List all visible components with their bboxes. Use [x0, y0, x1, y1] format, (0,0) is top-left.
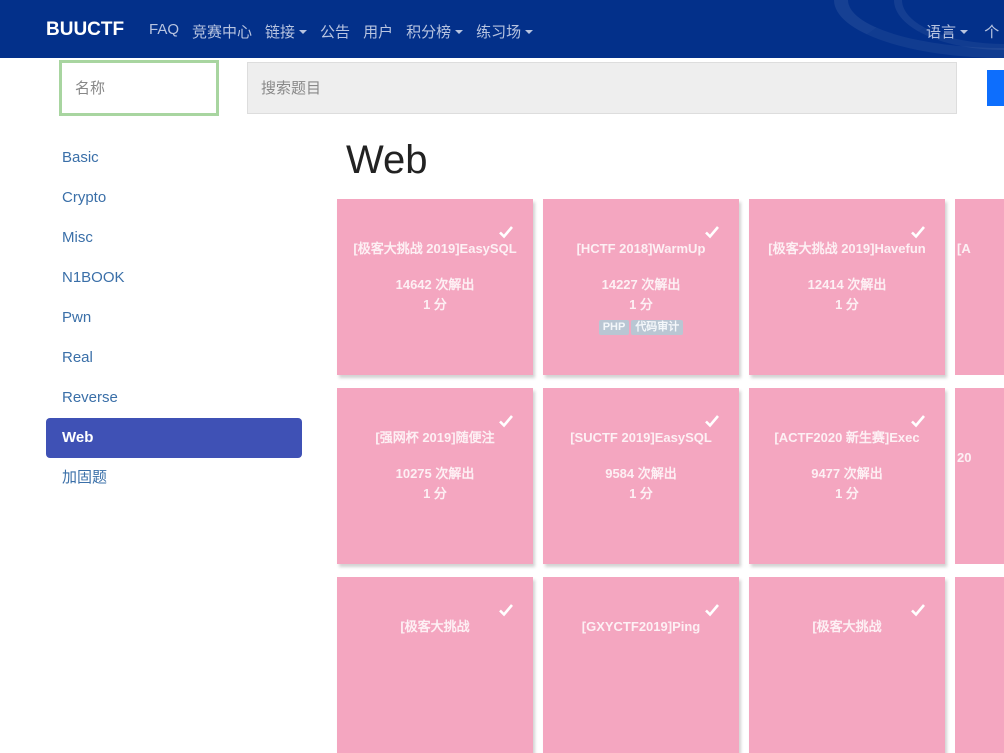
- challenge-card[interactable]: [GXYCTF2019]Ping: [543, 577, 739, 753]
- nav-item[interactable]: 链接: [265, 21, 307, 42]
- check-icon: [911, 604, 925, 617]
- check-icon: [705, 226, 719, 239]
- language-dropdown[interactable]: 语言: [926, 24, 968, 41]
- nav-item[interactable]: 竞赛中心: [192, 21, 252, 42]
- challenge-card[interactable]: 20: [955, 388, 1004, 564]
- points: 1 分: [423, 486, 447, 501]
- challenge-title: [ACTF2020 新生赛]Exec: [774, 430, 920, 445]
- sidebar-item[interactable]: Basic: [46, 138, 302, 178]
- points: 1 分: [423, 297, 447, 312]
- sidebar-item[interactable]: Reverse: [46, 378, 302, 418]
- check-icon: [499, 226, 513, 239]
- sidebar-item[interactable]: Web: [46, 418, 302, 458]
- brand-link[interactable]: BUUCTF: [46, 19, 124, 41]
- top-navbar: BUUCTF FAQ 竞赛中心 链接 公告 用户 积分榜 练习场 语言 个: [0, 0, 1004, 58]
- nav-item[interactable]: 公告: [320, 21, 350, 42]
- personal-menu[interactable]: 个: [984, 24, 999, 41]
- sidebar-item[interactable]: Pwn: [46, 298, 302, 338]
- check-icon: [911, 415, 925, 428]
- challenge-card[interactable]: [HCTF 2018]WarmUp 14227 次解出 1 分 PHP 代码审计: [543, 199, 739, 375]
- nav-right: 语言 个: [926, 21, 999, 42]
- challenge-card[interactable]: [极客大挑战 2019]Havefun 12414 次解出 1 分: [749, 199, 945, 375]
- challenge-card[interactable]: [ACTF2020 新生赛]Exec 9477 次解出 1 分: [749, 388, 945, 564]
- nav-item[interactable]: FAQ: [149, 21, 179, 42]
- nav-item[interactable]: 积分榜: [406, 21, 463, 42]
- challenge-title: [极客大挑战: [812, 619, 882, 634]
- challenge-title: [极客大挑战 2019]Havefun: [768, 241, 926, 256]
- page-title: Web: [346, 138, 428, 182]
- check-icon: [499, 415, 513, 428]
- points: 1 分: [629, 486, 653, 501]
- solve-count: 9477 次解出: [811, 466, 883, 481]
- challenge-card[interactable]: [极客大挑战: [337, 577, 533, 753]
- challenge-card[interactable]: [强网杯 2019]随便注 10275 次解出 1 分: [337, 388, 533, 564]
- tag-badge: PHP: [598, 320, 630, 335]
- solve-count: 12414 次解出: [807, 277, 887, 292]
- challenge-title: [SUCTF 2019]EasySQL: [570, 430, 712, 445]
- search-input[interactable]: [247, 62, 957, 114]
- solve-count: 14227 次解出: [601, 277, 681, 292]
- points: 1 分: [629, 297, 653, 312]
- category-sidebar: Basic Crypto Misc N1BOOK Pwn Real Reverse Web 加固…: [46, 138, 302, 498]
- challenge-card[interactable]: [A: [955, 199, 1004, 375]
- check-icon: [911, 226, 925, 239]
- sidebar-item[interactable]: N1BOOK: [46, 258, 302, 298]
- nav-item[interactable]: 练习场: [476, 21, 533, 42]
- challenge-title: [HCTF 2018]WarmUp: [576, 241, 706, 256]
- sidebar-item[interactable]: Real: [46, 338, 302, 378]
- tag-badge: 代码审计: [631, 320, 684, 335]
- challenge-grid: [极客大挑战 2019]EasySQL 14642 次解出 1 分 [HCTF 201…: [337, 199, 1004, 753]
- sidebar-item[interactable]: Misc: [46, 218, 302, 258]
- challenge-title: [极客大挑战 2019]EasySQL: [353, 241, 517, 256]
- challenge-title: [极客大挑战: [400, 619, 470, 634]
- sidebar-item[interactable]: 加固题: [46, 458, 302, 498]
- points: 1 分: [835, 486, 859, 501]
- challenge-title: [A: [957, 241, 971, 256]
- challenge-card[interactable]: [SUCTF 2019]EasySQL 9584 次解出 1 分: [543, 388, 739, 564]
- solve-count: 14642 次解出: [395, 277, 475, 292]
- sidebar-item[interactable]: Crypto: [46, 178, 302, 218]
- challenge-card[interactable]: [955, 577, 1004, 753]
- points: 1 分: [835, 297, 859, 312]
- nav-menu: FAQ 竞赛中心 链接 公告 用户 积分榜 练习场: [149, 21, 546, 42]
- challenge-title: [GXYCTF2019]Ping: [581, 619, 701, 634]
- challenge-card[interactable]: [极客大挑战 2019]EasySQL 14642 次解出 1 分: [337, 199, 533, 375]
- challenge-card[interactable]: [极客大挑战: [749, 577, 945, 753]
- nav-item[interactable]: 用户: [363, 21, 393, 42]
- challenge-title: 20: [957, 450, 972, 465]
- solve-count: 10275 次解出: [395, 466, 475, 481]
- name-filter-input[interactable]: [59, 60, 219, 116]
- search-button[interactable]: [987, 70, 1004, 106]
- check-icon: [705, 415, 719, 428]
- check-icon: [499, 604, 513, 617]
- challenge-title: [强网杯 2019]随便注: [375, 430, 495, 445]
- check-icon: [705, 604, 719, 617]
- solve-count: 9584 次解出: [605, 466, 677, 481]
